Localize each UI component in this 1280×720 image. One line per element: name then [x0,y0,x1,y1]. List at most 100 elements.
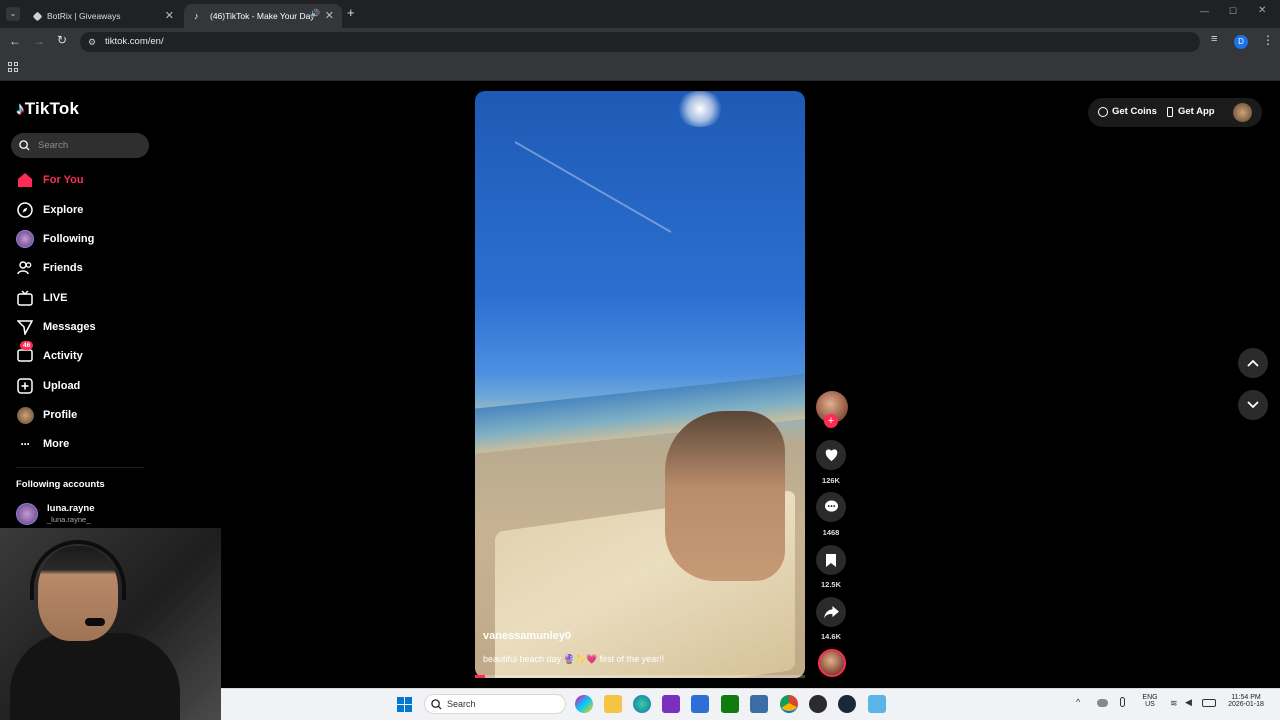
messages-icon [16,318,34,336]
nav-explore[interactable]: Explore [16,200,83,220]
reload-icon[interactable]: ↻ [57,33,67,47]
app-icon[interactable] [750,695,768,713]
obs-icon[interactable] [809,695,827,713]
follow-plus-button[interactable]: + [824,414,838,428]
nav-label: Activity [43,350,83,362]
notepad-icon[interactable] [868,695,886,713]
tray-overflow-icon[interactable]: ^ [1076,697,1080,707]
close-window-icon[interactable]: ✕ [1258,5,1266,16]
close-tab-icon[interactable]: ✕ [165,9,174,22]
logo-text: TikTok [24,99,80,118]
share-button[interactable] [816,597,846,627]
mic-tray-icon[interactable] [1120,697,1125,707]
nav-activity[interactable]: 46 Activity [16,341,83,366]
bookmark-icon [826,553,836,567]
comment-count: 1468 [822,528,840,537]
get-app-button[interactable]: Get App [1167,106,1215,117]
site-info-icon[interactable]: ⚙ [88,32,96,52]
clock-date: 2026-01-18 [1228,701,1264,708]
tab-botrix[interactable]: BotRix | Giveaways ✕ [24,4,182,28]
previous-video-button[interactable] [1238,348,1268,378]
live-icon [16,289,34,307]
browser-menu-icon[interactable]: ⋮ [1262,33,1274,47]
tab-tiktok[interactable]: ♪ (46)TikTok - Make Your Day 🔊 ✕ [184,4,342,28]
nav-friends[interactable]: Friends [16,258,83,278]
account-name[interactable]: luna.rayne [47,503,95,514]
nav-profile[interactable]: Profile [16,405,77,425]
edge-icon[interactable] [633,695,651,713]
video-username[interactable]: vanessamunley0 [483,630,571,642]
activity-badge: 46 [20,341,34,350]
comment-icon [824,500,838,512]
video-scene-contrail [514,141,672,233]
account-avatar[interactable] [16,503,38,525]
volume-icon[interactable]: ◀ [1185,697,1192,708]
start-icon[interactable] [397,697,412,712]
wifi-icon[interactable]: ≋ [1170,698,1178,709]
nav-following[interactable]: Following [16,229,94,249]
friends-icon [16,259,34,277]
minimize-window-icon[interactable]: — [1200,6,1209,16]
bookmarks-bar [0,56,1280,81]
xbox-icon[interactable] [721,695,739,713]
file-explorer-icon[interactable] [604,695,622,713]
nav-label: For You [43,174,84,186]
instagram-icon[interactable] [662,695,680,713]
following-avatar-icon [16,230,34,248]
taskbar-search[interactable]: Search [424,694,566,714]
nav-label: Profile [43,409,78,421]
more-icon: ··· [20,437,31,451]
chrome-icon[interactable] [780,695,798,713]
get-coins-button[interactable]: Get Coins [1098,106,1157,117]
tiktok-logo[interactable]: ♪TikTok [16,99,79,119]
close-tab-icon[interactable]: ✕ [325,9,334,22]
language-indicator[interactable]: ENG US [1138,694,1162,708]
home-icon [16,171,34,189]
video-progress-bar[interactable] [475,675,805,678]
nav-label: Friends [43,262,83,274]
webcam-headset [30,540,126,600]
back-icon[interactable]: ← [9,34,21,48]
address-bar[interactable]: ⚙ tiktok.com/en/ [80,32,1200,52]
activity-icon: 46 [16,341,34,365]
media-controls-icon[interactable]: ≡ [1211,33,1217,45]
nav-live[interactable]: LIVE [16,288,67,308]
music-disc-avatar[interactable] [818,649,846,677]
comment-button[interactable] [816,492,846,522]
new-tab-button[interactable]: + [347,5,355,20]
store-icon[interactable] [691,695,709,713]
nav-label: Messages [43,321,96,333]
next-video-button[interactable] [1238,390,1268,420]
upload-icon [16,377,34,395]
tab-title: BotRix | Giveaways [47,11,121,21]
video-player[interactable] [475,91,805,678]
tab-list-button[interactable]: ⌄ [6,7,20,21]
nav-label: Upload [43,380,81,392]
steam-icon[interactable] [838,695,856,713]
battery-icon[interactable] [1202,699,1216,707]
maximize-window-icon[interactable]: ☐ [1229,6,1237,17]
nav-more[interactable]: ··· More [16,434,70,454]
browser-tab-strip: ⌄ BotRix | Giveaways ✕ ♪ (46)TikTok - Ma… [0,0,1280,28]
heart-icon [825,449,837,462]
nav-messages[interactable]: Messages [16,317,96,337]
video-scene-sun [675,91,725,127]
save-button[interactable] [816,545,846,575]
nav-for-you[interactable]: For You [16,170,84,190]
search-input[interactable]: Search [11,133,149,158]
cloud-icon[interactable] [1097,699,1108,707]
user-avatar[interactable] [1233,103,1252,122]
forward-icon[interactable]: → [33,34,45,48]
nav-label: LIVE [43,292,68,304]
nav-upload[interactable]: Upload [16,376,80,396]
like-button[interactable] [816,440,846,470]
share-count: 14.6K [820,632,841,641]
tiktok-note-icon: ♪ [16,99,25,118]
audio-playing-icon[interactable]: 🔊 [310,9,320,18]
apps-grid-icon[interactable] [8,62,18,72]
phone-icon [1167,106,1173,117]
clock[interactable]: 11:54 PM 2026-01-18 [1222,694,1270,708]
profile-avatar[interactable]: D [1234,35,1248,49]
video-description: beautiful beach day 🔮✨💗 first of the yea… [483,654,665,664]
copilot-icon[interactable] [575,695,593,713]
